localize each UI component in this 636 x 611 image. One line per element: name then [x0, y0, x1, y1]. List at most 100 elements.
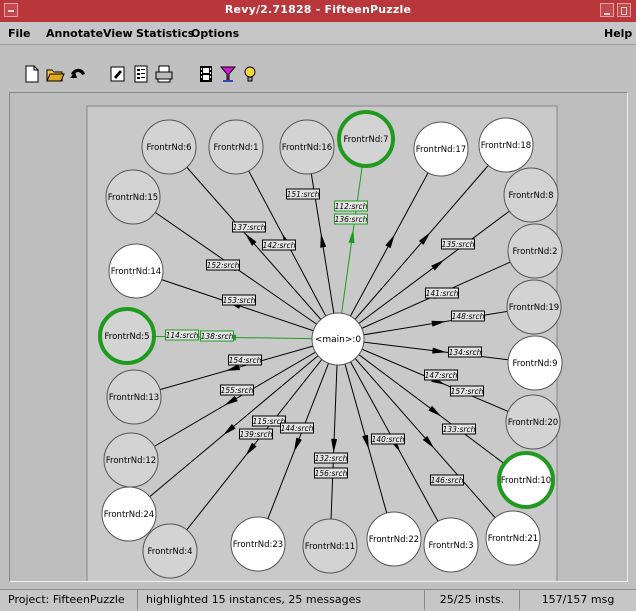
instance-node[interactable]: FrontrNd:18 [478, 117, 534, 173]
message-label[interactable]: 136:srch [334, 213, 368, 225]
instance-node[interactable]: FrontrNd:23 [230, 516, 286, 572]
menu-view[interactable]: View [103, 27, 133, 40]
message-label[interactable]: 156:srch [314, 467, 348, 479]
message-label[interactable]: 152:srch [206, 259, 240, 271]
message-label[interactable]: 144:srch [280, 422, 314, 434]
message-label[interactable]: 146:srch [430, 474, 464, 486]
instance-node[interactable]: FrontrNd:6 [141, 119, 197, 175]
message-label-text: 144:srch [281, 424, 314, 433]
instance-node[interactable]: FrontrNd:16 [279, 119, 335, 175]
status-message: highlighted 15 instances, 25 messages [138, 590, 425, 610]
instance-node[interactable]: FrontrNd:15 [105, 169, 161, 225]
node-label: FrontrNd:7 [343, 135, 388, 145]
undo-icon[interactable] [68, 64, 88, 84]
minimize-button[interactable] [600, 3, 614, 17]
instance-node[interactable]: FrontrNd:11 [302, 518, 358, 574]
message-label[interactable]: 112:srch [334, 200, 368, 212]
message-label[interactable]: 153:srch [222, 294, 256, 306]
message-label[interactable]: 139:srch [239, 428, 273, 440]
message-label[interactable]: 141:srch [425, 287, 459, 299]
message-label-text: 114:srch [166, 331, 199, 340]
instance-node[interactable]: FrontrNd:2 [507, 223, 563, 279]
instance-node[interactable]: FrontrNd:14 [108, 243, 164, 299]
instance-node[interactable]: FrontrNd:12 [103, 432, 159, 488]
menu-statistics[interactable]: Statistics [136, 27, 194, 40]
print-icon[interactable] [154, 64, 174, 84]
message-label-text: 148:srch [452, 312, 485, 321]
node-label: FrontrNd:12 [106, 456, 156, 466]
node-label: FrontrNd:6 [146, 143, 191, 153]
message-label-text: 137:srch [233, 223, 266, 232]
node-label: FrontrNd:3 [428, 541, 473, 551]
film-icon[interactable] [196, 64, 216, 84]
graph-canvas[interactable]: FrontrNd:6 FrontrNd:1 FrontrNd:16 FrontrNd:… [9, 92, 628, 582]
message-label-text: 134:srch [449, 348, 482, 357]
message-label[interactable]: 132:srch [314, 452, 348, 464]
message-label-text: 153:srch [223, 296, 256, 305]
node-label: FrontrNd:22 [369, 535, 419, 545]
instance-node[interactable]: FrontrNd:1 [208, 119, 264, 175]
message-label[interactable]: 151:srch [286, 188, 320, 200]
message-label-text: 138:srch [201, 332, 234, 341]
message-label[interactable]: 154:srch [228, 354, 262, 366]
node-label: FrontrNd:14 [111, 267, 161, 277]
instance-node[interactable]: FrontrNd:9 [507, 335, 563, 391]
instance-node[interactable]: FrontrNd:22 [366, 511, 422, 567]
message-label-text: 112:srch [335, 202, 368, 211]
message-label[interactable]: 138:srch [200, 330, 234, 342]
instance-node[interactable]: FrontrNd:5 [98, 307, 156, 365]
node-label: FrontrNd:4 [147, 547, 192, 557]
status-msgs: 157/157 msg [541, 593, 615, 606]
menu-options[interactable]: Options [191, 27, 239, 40]
message-label-text: 152:srch [207, 261, 240, 270]
instance-node[interactable]: FrontrNd:7 [337, 110, 395, 168]
menu-help[interactable]: Help [604, 27, 632, 40]
node-label: FrontrNd:13 [109, 393, 159, 403]
toolbar [0, 58, 636, 92]
instance-node[interactable]: FrontrNd:13 [106, 369, 162, 425]
message-label[interactable]: 135:srch [441, 238, 475, 250]
message-label-text: 147:srch [425, 371, 458, 380]
instance-node[interactable]: FrontrNd:24 [101, 486, 157, 542]
message-label[interactable]: 134:srch [448, 346, 482, 358]
instance-node[interactable]: FrontrNd:19 [506, 279, 562, 335]
message-label-text: 136:srch [335, 215, 368, 224]
node-label: FrontrNd:9 [512, 359, 557, 369]
message-label-text: 132:srch [315, 454, 348, 463]
message-label[interactable]: 147:srch [424, 369, 458, 381]
status-insts: 25/25 insts. [425, 590, 520, 610]
list-icon[interactable] [131, 64, 151, 84]
message-label[interactable]: 155:srch [220, 384, 254, 396]
instance-node[interactable]: FrontrNd:17 [413, 121, 469, 177]
instance-node[interactable]: FrontrNd:8 [503, 167, 559, 223]
node-label: FrontrNd:20 [508, 418, 558, 428]
maximize-button[interactable] [617, 3, 631, 17]
edit-icon[interactable] [108, 64, 128, 84]
message-label-text: 156:srch [315, 469, 348, 478]
message-label[interactable]: 157:srch [450, 385, 484, 397]
node-label: FrontrNd:19 [509, 303, 559, 313]
open-folder-icon[interactable] [45, 64, 65, 84]
message-label[interactable]: 142:srch [262, 239, 296, 251]
new-file-icon[interactable] [22, 64, 42, 84]
message-label-text: 142:srch [263, 241, 296, 250]
message-label[interactable]: 148:srch [451, 310, 485, 322]
main-node[interactable]: <main>:0 [311, 312, 365, 366]
message-graph: FrontrNd:6 FrontrNd:1 FrontrNd:16 FrontrNd:… [86, 105, 563, 581]
instance-node[interactable]: FrontrNd:20 [505, 394, 561, 450]
bulb-icon[interactable] [240, 64, 260, 84]
message-label-text: 133:srch [443, 425, 476, 434]
message-label[interactable]: 137:srch [232, 221, 266, 233]
filter-icon[interactable] [218, 64, 238, 84]
instance-node[interactable]: FrontrNd:21 [485, 510, 541, 566]
message-label[interactable]: 133:srch [442, 423, 476, 435]
status-bar: Project: FifteenPuzzle highlighted 15 in… [0, 589, 636, 611]
node-label: FrontrNd:16 [282, 143, 332, 153]
menu-file[interactable]: File [8, 27, 31, 40]
message-label[interactable]: 140:srch [371, 433, 405, 445]
instance-node[interactable]: FrontrNd:10 [497, 451, 555, 509]
menu-annotate[interactable]: Annotate [46, 27, 103, 40]
instance-node[interactable]: FrontrNd:4 [142, 523, 198, 579]
instance-node[interactable]: FrontrNd:3 [423, 517, 479, 573]
message-label[interactable]: 114:srch [165, 329, 199, 341]
